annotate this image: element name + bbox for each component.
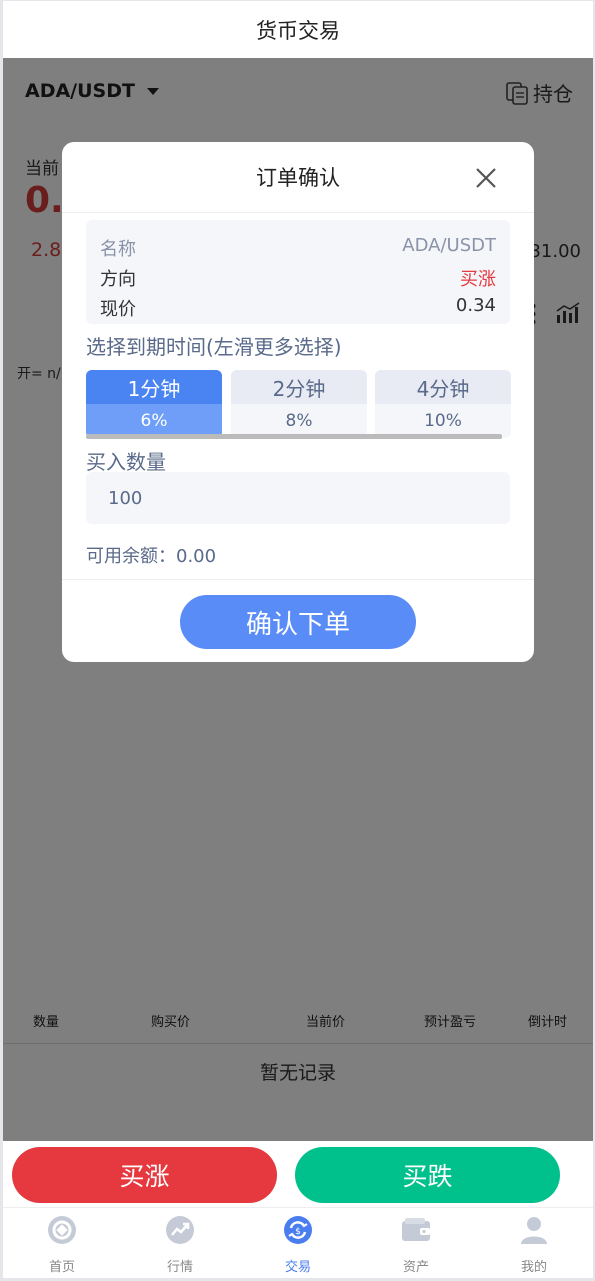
info-value: ADA/USDT	[402, 235, 496, 256]
order-info-card: 名称 ADA/USDT 方向 买涨 现价 0.34	[86, 220, 510, 324]
tab-home[interactable]: 首页	[3, 1208, 121, 1278]
tab-assets[interactable]: 资产	[357, 1208, 475, 1278]
modal-divider	[62, 579, 534, 580]
wallet-icon	[402, 1218, 430, 1241]
modal-title: 订单确认	[256, 166, 340, 190]
tab-label: 资产	[402, 1260, 429, 1275]
tab-profile[interactable]: 我的	[475, 1208, 593, 1278]
info-row-direction: 方向 买涨	[100, 265, 496, 291]
buy-down-button[interactable]: 买跌	[295, 1147, 560, 1203]
tab-market[interactable]: 行情	[121, 1208, 239, 1278]
bottom-tabbar: 首页 行情 $ 交易 资产 我的	[3, 1207, 593, 1278]
close-icon[interactable]	[474, 166, 498, 190]
quantity-label: 买入数量	[86, 450, 166, 474]
app-root: 货币交易 ADA/USDT 持仓 当前 0.3 2.8 31.00	[3, 1, 593, 1278]
confirm-order-button[interactable]: 确认下单	[180, 595, 416, 649]
action-bar: 买涨 买跌	[3, 1141, 593, 1207]
expiry-options-scroller[interactable]: 1分钟 6% 2分钟 8% 4分钟 10%	[86, 370, 511, 440]
market-icon	[166, 1216, 194, 1244]
info-value: 买涨	[460, 269, 496, 290]
order-confirm-modal: 订单确认 名称 ADA/USDT 方向 买涨 现价 0.34 选择到期时间(左滑…	[62, 142, 534, 662]
expiry-time: 4分钟	[375, 370, 511, 404]
buy-up-button[interactable]: 买涨	[12, 1147, 277, 1203]
tab-trade[interactable]: $ 交易	[239, 1208, 357, 1278]
tab-label: 交易	[284, 1260, 311, 1275]
tab-label: 行情	[166, 1260, 193, 1275]
info-label: 名称	[100, 239, 136, 260]
expiry-rate: 6%	[140, 411, 168, 431]
expiry-label: 选择到期时间(左滑更多选择)	[86, 335, 342, 359]
home-icon	[48, 1216, 76, 1244]
page-header: 货币交易	[3, 1, 593, 58]
expiry-option-1min[interactable]: 1分钟 6%	[86, 370, 222, 438]
expiry-time: 1分钟	[86, 370, 222, 404]
quantity-input[interactable]	[86, 472, 510, 524]
info-label: 方向	[100, 269, 136, 290]
tab-label: 首页	[48, 1260, 75, 1275]
expiry-rate: 8%	[285, 411, 313, 431]
expiry-rate: 10%	[424, 411, 462, 431]
info-row-name: 名称 ADA/USDT	[100, 235, 496, 261]
trade-icon: $	[284, 1216, 312, 1244]
available-balance: 可用余额：0.00	[86, 546, 217, 567]
page-title: 货币交易	[256, 18, 340, 43]
expiry-option-2min[interactable]: 2分钟 8%	[231, 370, 367, 438]
profile-icon	[521, 1217, 547, 1244]
modal-divider	[62, 212, 534, 213]
svg-text:$: $	[295, 1227, 301, 1237]
horizontal-scrollbar[interactable]	[86, 434, 502, 439]
info-label: 现价	[100, 299, 136, 320]
info-value: 0.34	[455, 295, 496, 316]
tab-label: 我的	[520, 1260, 547, 1275]
info-row-price: 现价 0.34	[100, 295, 496, 321]
expiry-option-4min[interactable]: 4分钟 10%	[375, 370, 511, 438]
expiry-time: 2分钟	[231, 370, 367, 404]
